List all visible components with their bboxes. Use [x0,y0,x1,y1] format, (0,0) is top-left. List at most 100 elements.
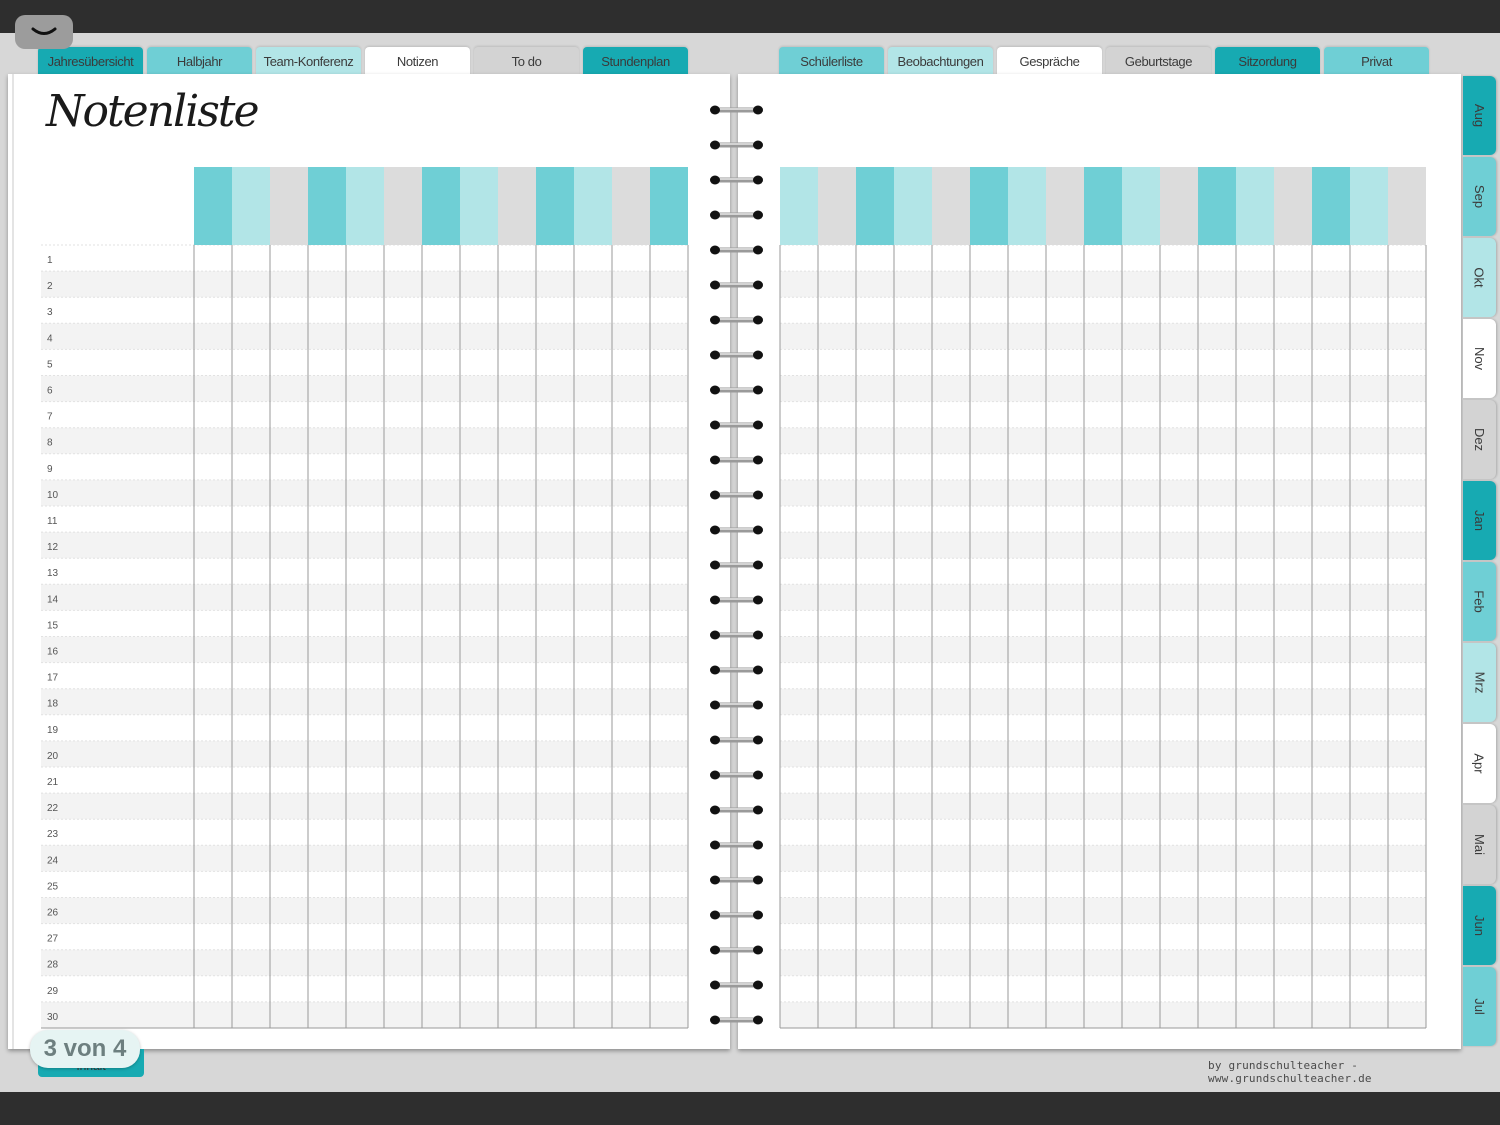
bottom-bar [0,1092,1500,1125]
month-tab-label: Jun [1472,915,1487,936]
collapse-toolbar-button[interactable] [15,15,73,49]
spiral-hole-left [710,980,720,990]
page-indicator: 3 von 4 [30,1030,140,1068]
month-tab-label: Okt [1471,267,1487,288]
spiral-hole-left [710,350,720,360]
spiral-hole-right [753,840,763,850]
month-tab-jan[interactable]: Jan [1463,481,1496,560]
spiral-hole-right [753,245,763,255]
month-tab-label: Jul [1472,998,1487,1015]
spiral-hole-left [710,665,720,675]
tab-jahresuebersicht[interactable]: Jahresübersicht [38,47,143,76]
spiral-hole-right [753,140,763,150]
spiral-hole-right [753,1015,763,1025]
spiral-hole-right [753,490,763,500]
spiral-hole-left [710,875,720,885]
spiral-hole-right [753,455,763,465]
footer-credit: by grundschulteacher - www.grundschultea… [1208,1059,1372,1085]
month-tab-apr[interactable]: Apr [1463,724,1496,803]
month-tab-label: Nov [1472,346,1487,371]
tab-privat[interactable]: Privat [1324,47,1429,76]
spiral-hole-right [753,315,763,325]
month-tab-label: Aug [1471,103,1487,128]
spiral-hole-right [753,595,763,605]
month-tab-dez[interactable]: Dez [1463,400,1496,479]
spiral-hole-right [753,735,763,745]
month-tab-label: Apr [1471,753,1487,774]
spiral-hole-right [753,525,763,535]
spiral-hole-left [710,735,720,745]
month-tab-sep[interactable]: Sep [1463,157,1496,236]
month-tab-label: Mrz [1471,671,1487,694]
spiral-hole-left [710,245,720,255]
spiral-hole-left [710,525,720,535]
spiral-hole-left [710,910,720,920]
spiral-hole-left [710,840,720,850]
month-tab-label: Feb [1472,590,1487,613]
spiral-hole-right [753,980,763,990]
spiral-hole-right [753,280,763,290]
spiral-hole-left [710,490,720,500]
spiral-hole-right [753,420,763,430]
spiral-hole-right [753,105,763,115]
spiral-hole-right [753,700,763,710]
tab-beobachtungen[interactable]: Beobachtungen [888,47,993,76]
spiral-hole-right [753,630,763,640]
month-tab-jun[interactable]: Jun [1463,886,1496,965]
spiral-hole-left [710,595,720,605]
spiral-hole-right [753,210,763,220]
tab-team-konferenz[interactable]: Team-Konferenz [256,47,361,76]
tab-stundenplan[interactable]: Stundenplan [583,47,688,76]
spiral-hole-left [710,455,720,465]
spiral-hole-left [710,175,720,185]
month-tab-label: Jan [1472,510,1487,531]
spiral-binding [710,105,763,1025]
spiral-hole-right [753,350,763,360]
month-tab-nov[interactable]: Nov [1463,319,1496,398]
spiral-hole-left [710,315,720,325]
month-tab-label: Dez [1472,427,1487,452]
top-bar [0,0,1500,33]
tab-to-do[interactable]: To do [474,47,579,76]
spiral-hole-left [710,105,720,115]
spiral-hole-right [753,770,763,780]
spiral-hole-left [710,280,720,290]
spiral-hole-right [753,875,763,885]
month-tab-label: Sep [1471,184,1487,209]
spiral-hole-right [753,945,763,955]
chevron-down-icon [31,27,57,35]
tab-geburtstage[interactable]: Geburtstage [1106,47,1211,76]
spiral-hole-left [710,560,720,570]
month-tab-jul[interactable]: Jul [1463,967,1496,1046]
spiral-hole-right [753,665,763,675]
month-tab-aug[interactable]: Aug [1463,76,1496,155]
spiral-hole-left [710,385,720,395]
spiral-hole-left [710,630,720,640]
tab-schuelerliste[interactable]: Schülerliste [779,47,884,76]
spiral-hole-right [753,805,763,815]
spiral-hole-right [753,560,763,570]
spiral-hole-right [753,910,763,920]
spiral-hole-left [710,770,720,780]
spiral-hole-right [753,175,763,185]
month-tab-feb[interactable]: Feb [1463,562,1496,641]
spiral-hole-left [710,1015,720,1025]
tab-sitzordung[interactable]: Sitzordung [1215,47,1320,76]
spiral-hole-left [710,945,720,955]
left-page: Notenliste [8,74,730,1049]
right-page [738,74,1461,1049]
tab-halbjahr[interactable]: Halbjahr [147,47,252,76]
tab-gespraeche[interactable]: Gespräche [997,47,1102,76]
spiral-hole-left [710,420,720,430]
month-tab-label: Mai [1471,834,1487,855]
month-tab-okt[interactable]: Okt [1463,238,1496,317]
spiral-hole-right [753,385,763,395]
month-tab-mai[interactable]: Mai [1463,805,1496,884]
spiral-hole-left [710,140,720,150]
page-title: Notenliste [46,86,259,137]
spiral-hole-left [710,700,720,710]
tab-notizen[interactable]: Notizen [365,47,470,76]
spiral-hole-left [710,805,720,815]
spiral-hole-left [710,210,720,220]
month-tab-mrz[interactable]: Mrz [1463,643,1496,722]
